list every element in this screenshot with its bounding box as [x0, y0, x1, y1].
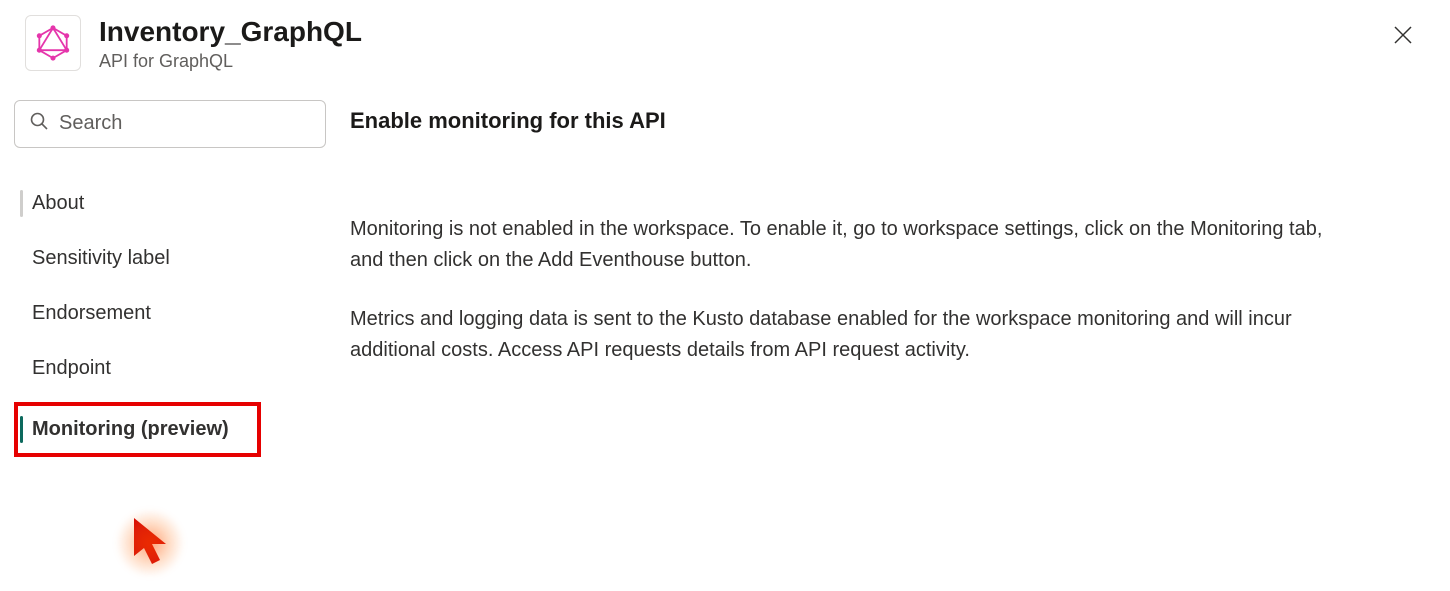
graphql-icon	[25, 15, 81, 71]
sidebar-item-label: Endpoint	[32, 357, 111, 379]
main-heading: Enable monitoring for this API	[350, 108, 1344, 134]
page-header: Inventory_GraphQL API for GraphQL	[0, 0, 1450, 82]
close-icon	[1393, 25, 1413, 45]
sidebar-item-endpoint[interactable]: Endpoint	[14, 341, 334, 396]
close-button[interactable]	[1387, 19, 1419, 51]
page-subtitle: API for GraphQL	[99, 51, 1387, 72]
main-content: Enable monitoring for this API Monitorin…	[334, 100, 1384, 457]
cursor-annotation	[128, 516, 172, 573]
header-titles: Inventory_GraphQL API for GraphQL	[99, 15, 1387, 72]
monitoring-info-paragraph-2: Metrics and logging data is sent to the …	[350, 304, 1344, 366]
sidebar-item-monitoring[interactable]: Monitoring (preview)	[14, 402, 261, 457]
sidebar-item-label: Sensitivity label	[32, 247, 170, 269]
sidebar-item-label: Monitoring (preview)	[32, 418, 229, 440]
search-input[interactable]	[59, 112, 311, 135]
sidebar-item-endorsement[interactable]: Endorsement	[14, 286, 334, 341]
sidebar-item-about[interactable]: About	[14, 176, 334, 231]
search-box[interactable]	[14, 100, 326, 148]
search-icon	[29, 111, 49, 136]
sidebar-item-label: About	[32, 192, 84, 214]
content-area: About Sensitivity label Endorsement Endp…	[0, 82, 1450, 457]
sidebar-item-sensitivity-label[interactable]: Sensitivity label	[14, 231, 334, 286]
sidebar-item-label: Endorsement	[32, 302, 151, 324]
sidebar: About Sensitivity label Endorsement Endp…	[14, 100, 334, 457]
page-title: Inventory_GraphQL	[99, 15, 1387, 49]
monitoring-info-paragraph-1: Monitoring is not enabled in the workspa…	[350, 214, 1344, 276]
